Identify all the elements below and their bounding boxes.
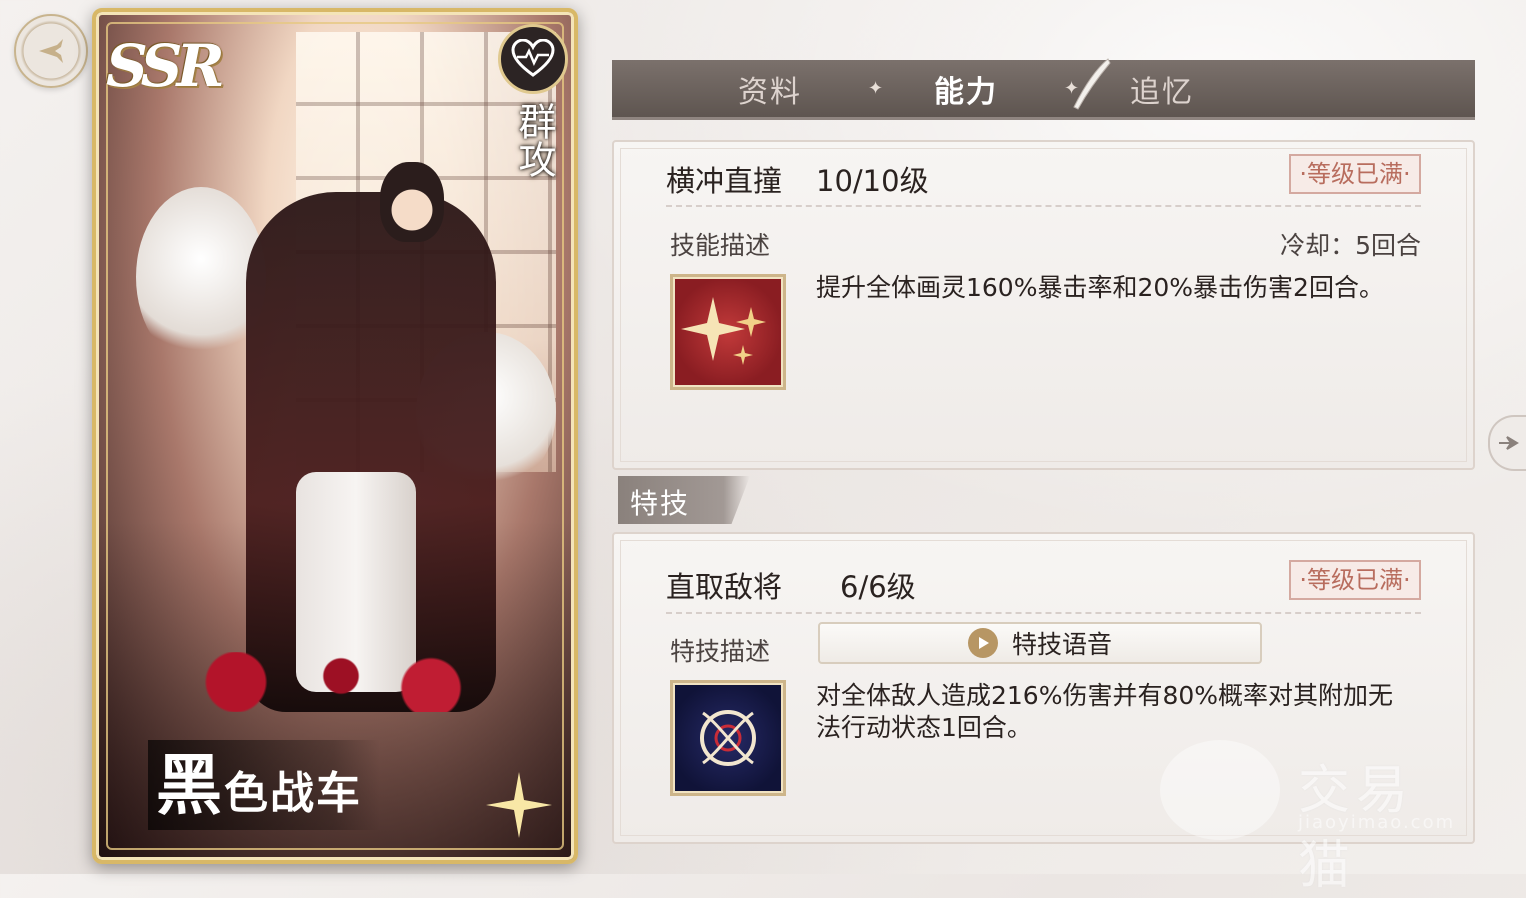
cooldown-text: 冷却：5回合 — [1280, 231, 1421, 260]
skill-description: 提升全体画灵160%暴击率和20%暴击伤害2回合。 — [816, 273, 1384, 302]
watermark: 交易猫 jiaoyimao.com — [1160, 740, 1470, 896]
sparkle-burst-icon — [670, 274, 786, 390]
special-voice-button[interactable]: 特技语音 — [818, 622, 1262, 664]
tab-abilities-label: 能力 — [934, 74, 998, 110]
max-level-badge: ·等级已满· — [1289, 154, 1421, 194]
cat-logo-icon — [1160, 740, 1280, 840]
play-icon — [967, 628, 998, 658]
card-name-plate: 黑色战车 — [148, 740, 380, 830]
arrow-right-icon — [1499, 436, 1519, 450]
special-description: 对全体敌人造成216%伤害并有80%概率对其附加无法行动状态1回合。 — [816, 681, 1394, 742]
sparkle-icon — [486, 772, 552, 838]
tab-abilities[interactable]: 能力 — [868, 57, 1111, 111]
skill-level: 10/10级 — [816, 164, 929, 198]
quill-back-icon — [39, 39, 63, 63]
card-name-rest: 色战车 — [224, 768, 362, 819]
card-name-first-char: 黑 — [156, 746, 224, 824]
back-button[interactable] — [14, 14, 88, 88]
next-arrow-button[interactable] — [1488, 415, 1526, 471]
max-level-badge: ·等级已满· — [1289, 560, 1421, 600]
ornate-emblem-icon — [670, 680, 786, 796]
special-voice-label: 特技语音 — [1011, 630, 1112, 659]
watermark-url: jiaoyimao.com — [1298, 812, 1456, 833]
heartbeat-icon[interactable] — [498, 24, 568, 94]
special-section-tag: 特技 — [618, 476, 750, 524]
tab-bar: 资料 ✦ 能力 ✦ 追忆 — [612, 57, 1475, 120]
skill-desc-label: 技能描述 — [670, 231, 771, 260]
divider — [666, 205, 1421, 207]
quill-icon — [1073, 57, 1111, 110]
special-level: 6/6级 — [840, 570, 916, 604]
skill-panel: 横冲直撞 10/10级 ·等级已满· 技能描述 冷却：5回合 提升全体画灵160… — [612, 140, 1475, 470]
divider — [666, 612, 1421, 614]
special-section-label: 特技 — [630, 487, 691, 520]
card-frame — [106, 22, 564, 850]
skill-name: 横冲直撞 — [666, 164, 783, 198]
special-name: 直取敌将 — [666, 570, 783, 604]
character-card[interactable]: SSR 群攻 黑色战车 — [92, 8, 578, 864]
tab-profile[interactable]: 资料 — [672, 67, 868, 111]
rarity-badge: SSR — [106, 32, 225, 100]
card-attack-type: 群攻 — [512, 102, 556, 178]
special-desc-label: 特技描述 — [670, 637, 771, 666]
